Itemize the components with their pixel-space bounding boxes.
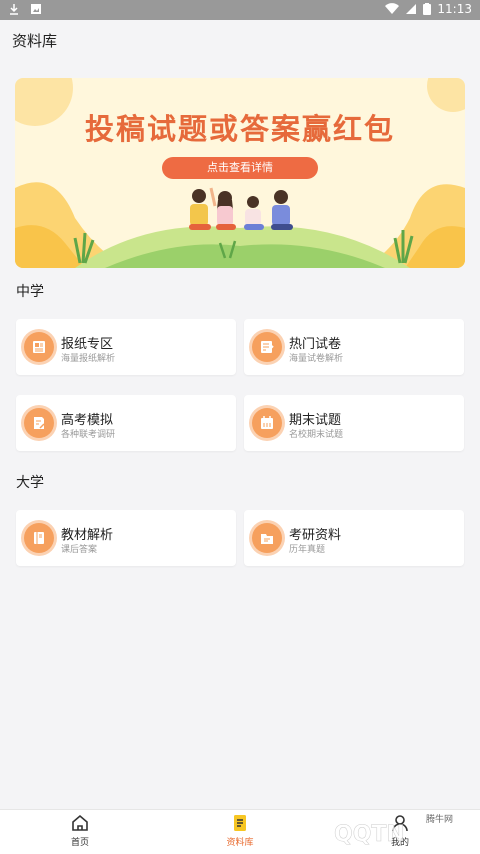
tab-home[interactable]: 首页 [50,813,110,848]
card-subtitle: 历年真题 [289,545,326,555]
wifi-icon [385,3,400,15]
card-subtitle: 各种联考调研 [61,430,116,440]
page-header: 资料库 [0,20,480,60]
tab-label: 资料库 [226,838,254,848]
tab-label: 首页 [70,838,89,848]
card-title: 期末试题 [289,413,342,428]
card-textbook-solutions[interactable]: 教材解析 课后答案 [16,510,236,566]
photo-icon [31,4,41,14]
textbook-icon [24,523,54,553]
banner-cta-button[interactable]: 点击查看详情 [162,157,318,179]
card-subtitle: 名校期末试题 [289,430,344,440]
mock-exam-icon [24,408,54,438]
card-subtitle: 海量报纸解析 [61,354,116,364]
card-subtitle: 海量试卷解析 [289,354,344,364]
card-title: 高考模拟 [61,413,114,428]
section-title-middle-school: 中学 [16,284,44,300]
watermark-logo: QQTN [299,815,405,849]
signal-icon [406,4,417,14]
card-popular-exams[interactable]: 热门试卷 海量试卷解析 [244,319,464,375]
page-title: 资料库 [12,32,58,50]
watermark-text: 腾牛网 [426,815,454,825]
tab-library[interactable]: 资料库 [210,813,270,848]
card-title: 考研资料 [289,528,342,543]
card-gaokao-mock[interactable]: 高考模拟 各种联考调研 [16,395,236,451]
card-postgrad-materials[interactable]: 考研资料 历年真题 [244,510,464,566]
calendar-icon [252,408,282,438]
home-icon [72,814,88,831]
card-title: 热门试卷 [289,337,342,352]
banner-headline: 投稿试题或答案赢红包 [84,112,395,146]
card-newspaper[interactable]: 报纸专区 海量报纸解析 [16,319,236,375]
download-icon [10,4,18,15]
card-title: 报纸专区 [61,337,114,352]
folder-icon [252,523,282,553]
svg-text:QQTN: QQTN [334,822,405,847]
watermark: QQTN 腾牛网 [294,808,474,852]
card-final-exams[interactable]: 期末试题 名校期末试题 [244,395,464,451]
card-title: 教材解析 [61,528,114,543]
promo-banner[interactable]: 投稿试题或答案赢红包 点击查看详情 [15,78,465,268]
library-icon [234,815,246,831]
exam-paper-icon [252,332,282,362]
status-time: 11:13 [437,2,472,16]
battery-icon [423,3,432,15]
section-title-university: 大学 [16,475,44,491]
newspaper-icon [24,332,54,362]
card-subtitle: 课后答案 [61,545,98,555]
status-bar: 11:13 [0,0,480,20]
